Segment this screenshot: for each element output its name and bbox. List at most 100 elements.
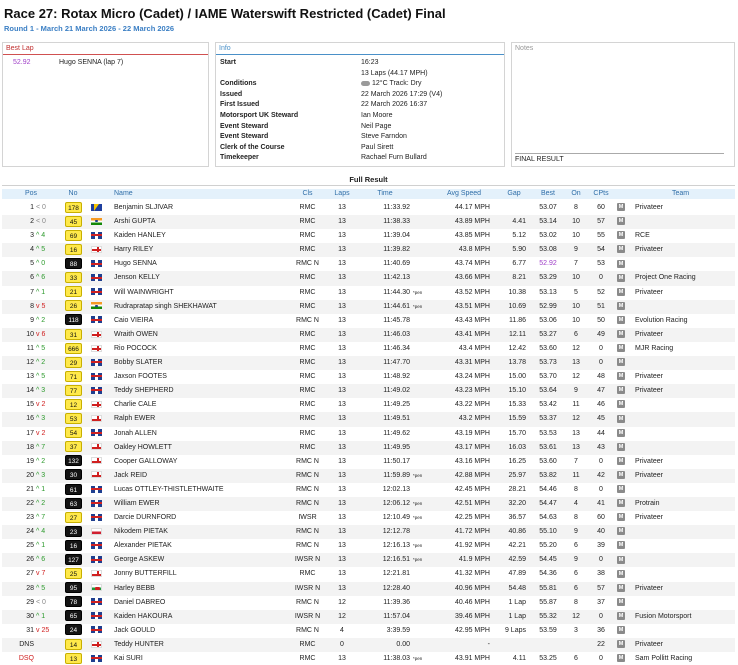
driver-name[interactable]: Daniel DABREO — [114, 596, 165, 610]
table-row[interactable]: 28 ^ 5 95 Harley BEBB IWSR N 13 12:28.40 40.96 … — [2, 581, 735, 596]
marshal-badge-icon[interactable]: M — [617, 625, 625, 634]
marshal-badge-icon[interactable]: M — [617, 231, 625, 240]
table-row[interactable]: 10 v 6 31 Wraith OWEN RMC 13 11:46.03 43.41 MPH… — [2, 327, 735, 342]
table-row[interactable]: 19 ^ 2 132 Cooper GALLOWAY RMC N 13 11:50.17 43… — [2, 455, 735, 469]
marshal-badge-icon[interactable]: M — [617, 640, 625, 649]
marshal-badge-icon[interactable]: M — [617, 611, 625, 620]
driver-name[interactable]: Oakley HOWLETT — [114, 441, 172, 455]
marshal-badge-icon[interactable]: M — [617, 414, 625, 423]
driver-name[interactable]: Wraith OWEN — [114, 328, 158, 342]
driver-name[interactable]: Charlie CALE — [114, 398, 156, 412]
driver-name[interactable]: Jonny BUTTERFILL — [114, 567, 177, 581]
table-row[interactable]: 16 ^ 3 53 Ralph EWER RMC 13 11:49.51 43.2 MPH 15… — [2, 412, 735, 427]
col-time[interactable]: Time — [360, 189, 410, 199]
driver-name[interactable]: Harley BEBB — [114, 582, 155, 596]
table-row[interactable]: 9 ^ 2 118 Caio VIEIRA RMC N 13 11:45.78 43.43 M… — [2, 314, 735, 328]
table-row[interactable]: 6 ^ 6 33 Jenson KELLY RMC 13 11:42.13 43.66 MPH… — [2, 271, 735, 286]
driver-name[interactable]: William EWER — [114, 497, 160, 511]
marshal-badge-icon[interactable]: M — [617, 654, 625, 663]
driver-name[interactable]: Jenson KELLY — [114, 271, 160, 285]
marshal-badge-icon[interactable]: M — [617, 400, 625, 409]
marshal-badge-icon[interactable]: M — [617, 372, 625, 381]
col-no[interactable]: No — [62, 189, 84, 199]
driver-name[interactable]: Cooper GALLOWAY — [114, 455, 177, 469]
marshal-badge-icon[interactable]: M — [617, 203, 625, 212]
driver-name[interactable]: Rio POCOCK — [114, 342, 157, 356]
col-best[interactable]: Best — [534, 189, 562, 199]
col-speed[interactable]: Avg Speed — [438, 189, 490, 199]
driver-name[interactable]: Benjamin SLJIVAR — [114, 201, 173, 215]
marshal-badge-icon[interactable]: M — [617, 555, 625, 564]
driver-name[interactable]: Arshi GUPTA — [114, 215, 156, 229]
marshal-badge-icon[interactable]: M — [617, 456, 625, 465]
table-row[interactable]: 11 ^ 5 666 Rio POCOCK RMC 13 11:46.34 43.4 MPH 1… — [2, 342, 735, 356]
table-row[interactable]: 13 ^ 5 71 Jaxson FOOTES RMC 13 11:48.92 43.24 M… — [2, 370, 735, 384]
table-row[interactable]: 26 ^ 6 127 George ASKEW IWSR N 13 12:16.51 *pen… — [2, 553, 735, 568]
driver-name[interactable]: Jaxson FOOTES — [114, 370, 167, 384]
table-row[interactable]: 31 v 25 24 Jack GOULD RMC N 4 3:39.59 42.95 MPH… — [2, 624, 735, 638]
marshal-badge-icon[interactable]: M — [617, 541, 625, 550]
marshal-badge-icon[interactable]: M — [617, 301, 625, 310]
marshal-badge-icon[interactable]: M — [617, 259, 625, 268]
driver-name[interactable]: Jack REID — [114, 469, 147, 483]
table-row[interactable]: 22 ^ 2 63 William EWER RMC N 13 12:06.12 *pen 42… — [2, 496, 735, 512]
table-row[interactable]: 14 ^ 3 77 Teddy SHEPHERD RMC 13 11:49.02 43.23 … — [2, 384, 735, 399]
marshal-badge-icon[interactable]: M — [617, 344, 625, 353]
table-row[interactable]: 12 ^ 2 29 Bobby SLATER RMC 13 11:47.70 43.31 MP… — [2, 356, 735, 371]
driver-name[interactable]: Ralph EWER — [114, 412, 155, 426]
marshal-badge-icon[interactable]: M — [617, 583, 625, 592]
driver-name[interactable]: George ASKEW — [114, 553, 164, 567]
table-row[interactable]: DNS 14 Teddy HUNTER RMC 0 0.00 - 22 M Privateer — [2, 637, 735, 652]
driver-name[interactable]: Kaiden HAKOURA — [114, 610, 172, 624]
table-row[interactable]: 23 ^ 7 27 Darcie DURNFORD IWSR 13 12:10.49 *pen… — [2, 511, 735, 525]
driver-name[interactable]: Hugo SENNA — [114, 257, 157, 271]
marshal-badge-icon[interactable]: M — [617, 470, 625, 479]
marshal-badge-icon[interactable]: M — [617, 442, 625, 451]
table-row[interactable]: 20 ^ 3 30 Jack REID RMC N 13 11:59.89 *pen 42.88… — [2, 468, 735, 483]
driver-name[interactable]: Caio VIEIRA — [114, 314, 153, 328]
driver-name[interactable]: Teddy SHEPHERD — [114, 384, 174, 398]
driver-name[interactable]: Jack GOULD — [114, 624, 155, 638]
driver-name[interactable]: Nikodem PIETAK — [114, 525, 168, 539]
marshal-badge-icon[interactable]: M — [617, 245, 625, 254]
col-cpts[interactable]: CPts — [592, 189, 610, 199]
driver-name[interactable]: Jonah ALLEN — [114, 427, 157, 441]
col-name[interactable]: Name — [114, 189, 133, 199]
table-row[interactable]: 17 v 2 54 Jonah ALLEN RMC 13 11:49.62 43.19 MPH… — [2, 427, 735, 441]
marshal-badge-icon[interactable]: M — [617, 485, 625, 494]
driver-name[interactable]: Alexander PIETAK — [114, 539, 172, 553]
driver-name[interactable]: Will WAINWRIGHT — [114, 286, 174, 300]
marshal-badge-icon[interactable]: M — [617, 597, 625, 606]
driver-name[interactable]: Rudrapratap singh SHEKHAWAT — [114, 300, 217, 314]
table-row[interactable]: 30 ^ 1 65 Kaiden HAKOURA IWSR N 12 11:57.04 39.… — [2, 609, 735, 624]
table-row[interactable]: 24 ^ 4 23 Nikodem PIETAK RMC N 13 12:12.78 41.7… — [2, 525, 735, 540]
table-row[interactable]: 5 ^ 0 88 Hugo SENNA RMC N 13 11:40.69 43.74 MPH… — [2, 257, 735, 271]
table-row[interactable]: 18 ^ 7 37 Oakley HOWLETT RMC 13 11:49.95 43.17 … — [2, 440, 735, 455]
driver-name[interactable]: Teddy HUNTER — [114, 638, 164, 652]
marshal-badge-icon[interactable]: M — [617, 315, 625, 324]
col-laps[interactable]: Laps — [330, 189, 354, 199]
driver-name[interactable]: Kai SURI — [114, 652, 143, 665]
marshal-badge-icon[interactable]: M — [617, 358, 625, 367]
driver-name[interactable]: Lucas OTTLEY-THISTLETHWAITE — [114, 483, 224, 497]
driver-name[interactable]: Kaiden HANLEY — [114, 229, 166, 243]
marshal-badge-icon[interactable]: M — [617, 330, 625, 338]
col-pos[interactable]: Pos — [2, 189, 60, 199]
table-row[interactable]: 2 < 0 45 Arshi GUPTA RMC 13 11:38.33 43.89 MPH 4… — [2, 215, 735, 230]
driver-name[interactable]: Bobby SLATER — [114, 356, 163, 370]
table-row[interactable]: 4 ^ 5 16 Harry RILEY RMC 13 11:39.82 43.8 MPH 5.… — [2, 243, 735, 258]
col-cls[interactable]: Cls — [290, 189, 325, 199]
table-row[interactable]: 15 v 2 12 Charlie CALE RMC 13 11:49.25 43.22 MP… — [2, 398, 735, 412]
table-row[interactable]: 8v 5 26 Rudrapratap singh SHEKHAWAT RMC 13 11… — [2, 299, 735, 314]
table-row[interactable]: 3 ^ 4 69 Kaiden HANLEY RMC 13 11:39.04 43.85 MP… — [2, 229, 735, 243]
driver-name[interactable]: Harry RILEY — [114, 243, 153, 257]
marshal-badge-icon[interactable]: M — [617, 428, 625, 437]
event-subtitle[interactable]: Round 1 - March 21 March 2026 - 22 March… — [4, 24, 174, 33]
table-row[interactable]: 21 ^ 1 61 Lucas OTTLEY-THISTLETHWAITE RMC N 1… — [2, 483, 735, 497]
col-team[interactable]: Team — [672, 189, 689, 199]
marshal-badge-icon[interactable]: M — [617, 273, 625, 282]
marshal-badge-icon[interactable]: M — [617, 287, 625, 296]
col-gap[interactable]: Gap — [502, 189, 526, 199]
col-on[interactable]: On — [570, 189, 582, 199]
marshal-badge-icon[interactable]: M — [617, 527, 625, 536]
